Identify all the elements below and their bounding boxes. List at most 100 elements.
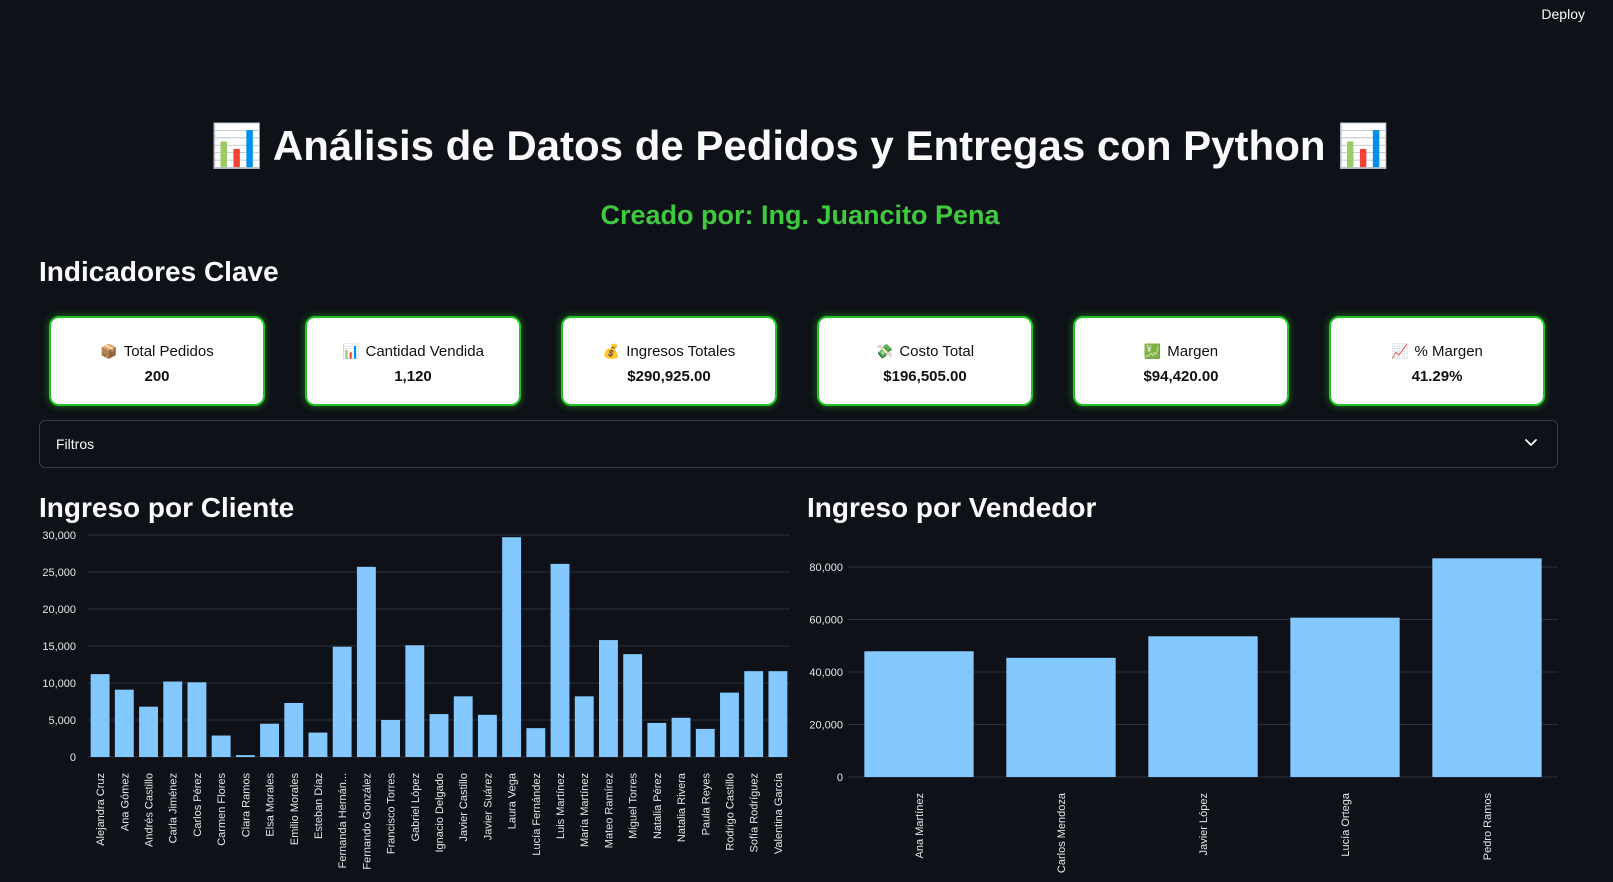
bar[interactable]	[211, 735, 231, 757]
y-tick-label: 25,000	[42, 567, 76, 579]
x-tick-label: Sofía Rodríguez	[749, 773, 761, 853]
bar[interactable]	[1432, 558, 1542, 777]
bar[interactable]	[502, 537, 522, 757]
kpi-value: 1,120	[394, 368, 432, 385]
kpi-value: $196,505.00	[883, 368, 967, 385]
bar[interactable]	[768, 671, 788, 757]
chevron-down-icon	[1525, 439, 1537, 446]
bar[interactable]	[1148, 636, 1258, 777]
y-tick-label: 80,000	[809, 562, 843, 574]
x-tick-label: Carla Jiménez	[168, 773, 180, 843]
bar[interactable]	[405, 645, 425, 757]
x-tick-label: Paula Reyes	[700, 773, 712, 836]
x-tick-label: Luis Martínez	[555, 773, 567, 839]
y-tick-label: 20,000	[809, 720, 843, 732]
x-tick-label: Miguel Torres	[628, 773, 640, 839]
x-tick-label: Valentina García	[773, 772, 785, 854]
y-tick-label: 0	[837, 772, 843, 784]
x-tick-label: Lucía Ortega	[1340, 792, 1352, 856]
kpi-label: % Margen	[1414, 343, 1483, 360]
bar[interactable]	[1290, 617, 1400, 777]
bar[interactable]	[599, 640, 618, 757]
x-tick-label: Esteban Díaz	[313, 773, 325, 839]
kpi-row: 📦 Total Pedidos 200 📊 Cantidad Vendida 1,1…	[49, 316, 1549, 410]
kpi-card-total-pedidos: 📦 Total Pedidos 200	[49, 316, 265, 406]
bar-chart-icon: 📊	[342, 343, 360, 359]
x-tick-label: Francisco Torres	[386, 773, 398, 855]
kpi-card-porcentaje-margen: 📈 % Margen 41.29%	[1329, 316, 1545, 406]
bar[interactable]	[260, 723, 279, 757]
chart-ingreso-por-cliente: 0 5,000 10,000 15,000 20,000 25,000 30,000 Alej…	[42, 530, 790, 870]
kpi-card-costo-total: 💸 Costo Total $196,505.00	[817, 316, 1033, 406]
bar[interactable]	[429, 714, 449, 757]
kpi-label: Costo Total	[899, 343, 975, 360]
bar[interactable]	[720, 692, 739, 757]
bar[interactable]	[356, 566, 376, 757]
y-tick-label: 15,000	[42, 641, 76, 653]
x-tick-label: Lucía Fernández	[531, 773, 543, 856]
bar[interactable]	[235, 755, 255, 757]
x-tick-label: Mateo Ramírez	[603, 773, 615, 848]
kpi-value: 41.29%	[1411, 368, 1463, 385]
x-tick-label: María Martínez	[579, 773, 591, 847]
bar[interactable]	[381, 720, 401, 757]
bar[interactable]	[671, 717, 691, 757]
y-tick-label: 60,000	[809, 615, 843, 627]
bar[interactable]	[526, 728, 546, 757]
bar[interactable]	[453, 696, 473, 757]
x-tick-label: Carmen Flores	[216, 773, 228, 846]
x-tick-label: Alejandra Cruz	[95, 773, 107, 846]
y-tick-label: 20,000	[42, 604, 76, 616]
x-tick-label: Pedro Ramos	[1482, 793, 1494, 861]
x-tick-label: Natalia Pérez	[652, 773, 664, 839]
chart-yen-icon: 💹	[1143, 343, 1162, 359]
kpi-card-ingresos-totales: 💰 Ingresos Totales $290,925.00	[561, 316, 777, 406]
x-tick-label: Fernanda Hernán...	[337, 773, 349, 868]
bar[interactable]	[574, 696, 594, 757]
bar[interactable]	[550, 563, 570, 757]
bar[interactable]	[864, 651, 974, 777]
filters-expander[interactable]: Filtros	[39, 420, 1558, 468]
kpi-card-margen: 💹 Margen $94,420.00	[1073, 316, 1289, 406]
x-tick-label: Fernando González	[361, 773, 373, 870]
x-tick-label: Natalia Rivera	[676, 772, 688, 842]
bar[interactable]	[187, 682, 207, 757]
bar[interactable]	[647, 722, 667, 757]
deploy-button[interactable]: Deploy	[1541, 6, 1585, 22]
x-tick-label: Emilio Morales	[289, 773, 301, 846]
x-tick-label: Javier López	[1198, 793, 1210, 855]
bar[interactable]	[284, 702, 304, 757]
chart-title-ingreso-vendedor: Ingreso por Vendedor	[807, 492, 1097, 523]
x-tick-label: Laura Vega	[507, 772, 519, 829]
kpi-label: Margen	[1167, 343, 1219, 360]
x-tick-label: Ana Gómez	[119, 773, 131, 831]
kpi-value: $94,420.00	[1143, 368, 1219, 385]
bar[interactable]	[308, 732, 328, 757]
y-tick-label: 10,000	[42, 678, 76, 690]
package-icon: 📦	[100, 343, 118, 359]
kpi-label: Total Pedidos	[123, 343, 214, 360]
bar[interactable]	[695, 728, 715, 757]
y-tick-label: 40,000	[809, 667, 843, 679]
x-tick-label: Carlos Mendoza	[1056, 792, 1068, 873]
bar[interactable]	[139, 706, 158, 757]
kpi-section-title: Indicadores Clave	[39, 256, 279, 287]
money-bag-icon: 💰	[602, 343, 621, 359]
bar[interactable]	[114, 689, 134, 757]
bar[interactable]	[332, 646, 352, 757]
x-tick-label: Clara Ramos	[240, 773, 252, 838]
bar[interactable]	[163, 681, 183, 757]
kpi-value: 200	[144, 368, 170, 385]
bar[interactable]	[90, 674, 110, 757]
bar[interactable]	[477, 714, 497, 757]
money-wings-icon: 💸	[875, 343, 894, 359]
x-tick-label: Gabriel López	[410, 773, 422, 842]
page-title: 📊 Análisis de Datos de Pedidos y Entrega…	[210, 122, 1390, 169]
x-tick-label: Andrés Castillo	[144, 773, 156, 847]
kpi-card-cantidad-vendida: 📊 Cantidad Vendida 1,120	[305, 316, 521, 406]
x-tick-label: Elsa Morales	[265, 773, 277, 837]
bar[interactable]	[623, 654, 643, 757]
bar[interactable]	[1006, 657, 1116, 777]
bar[interactable]	[744, 671, 764, 757]
kpi-value: $290,925.00	[627, 368, 711, 385]
